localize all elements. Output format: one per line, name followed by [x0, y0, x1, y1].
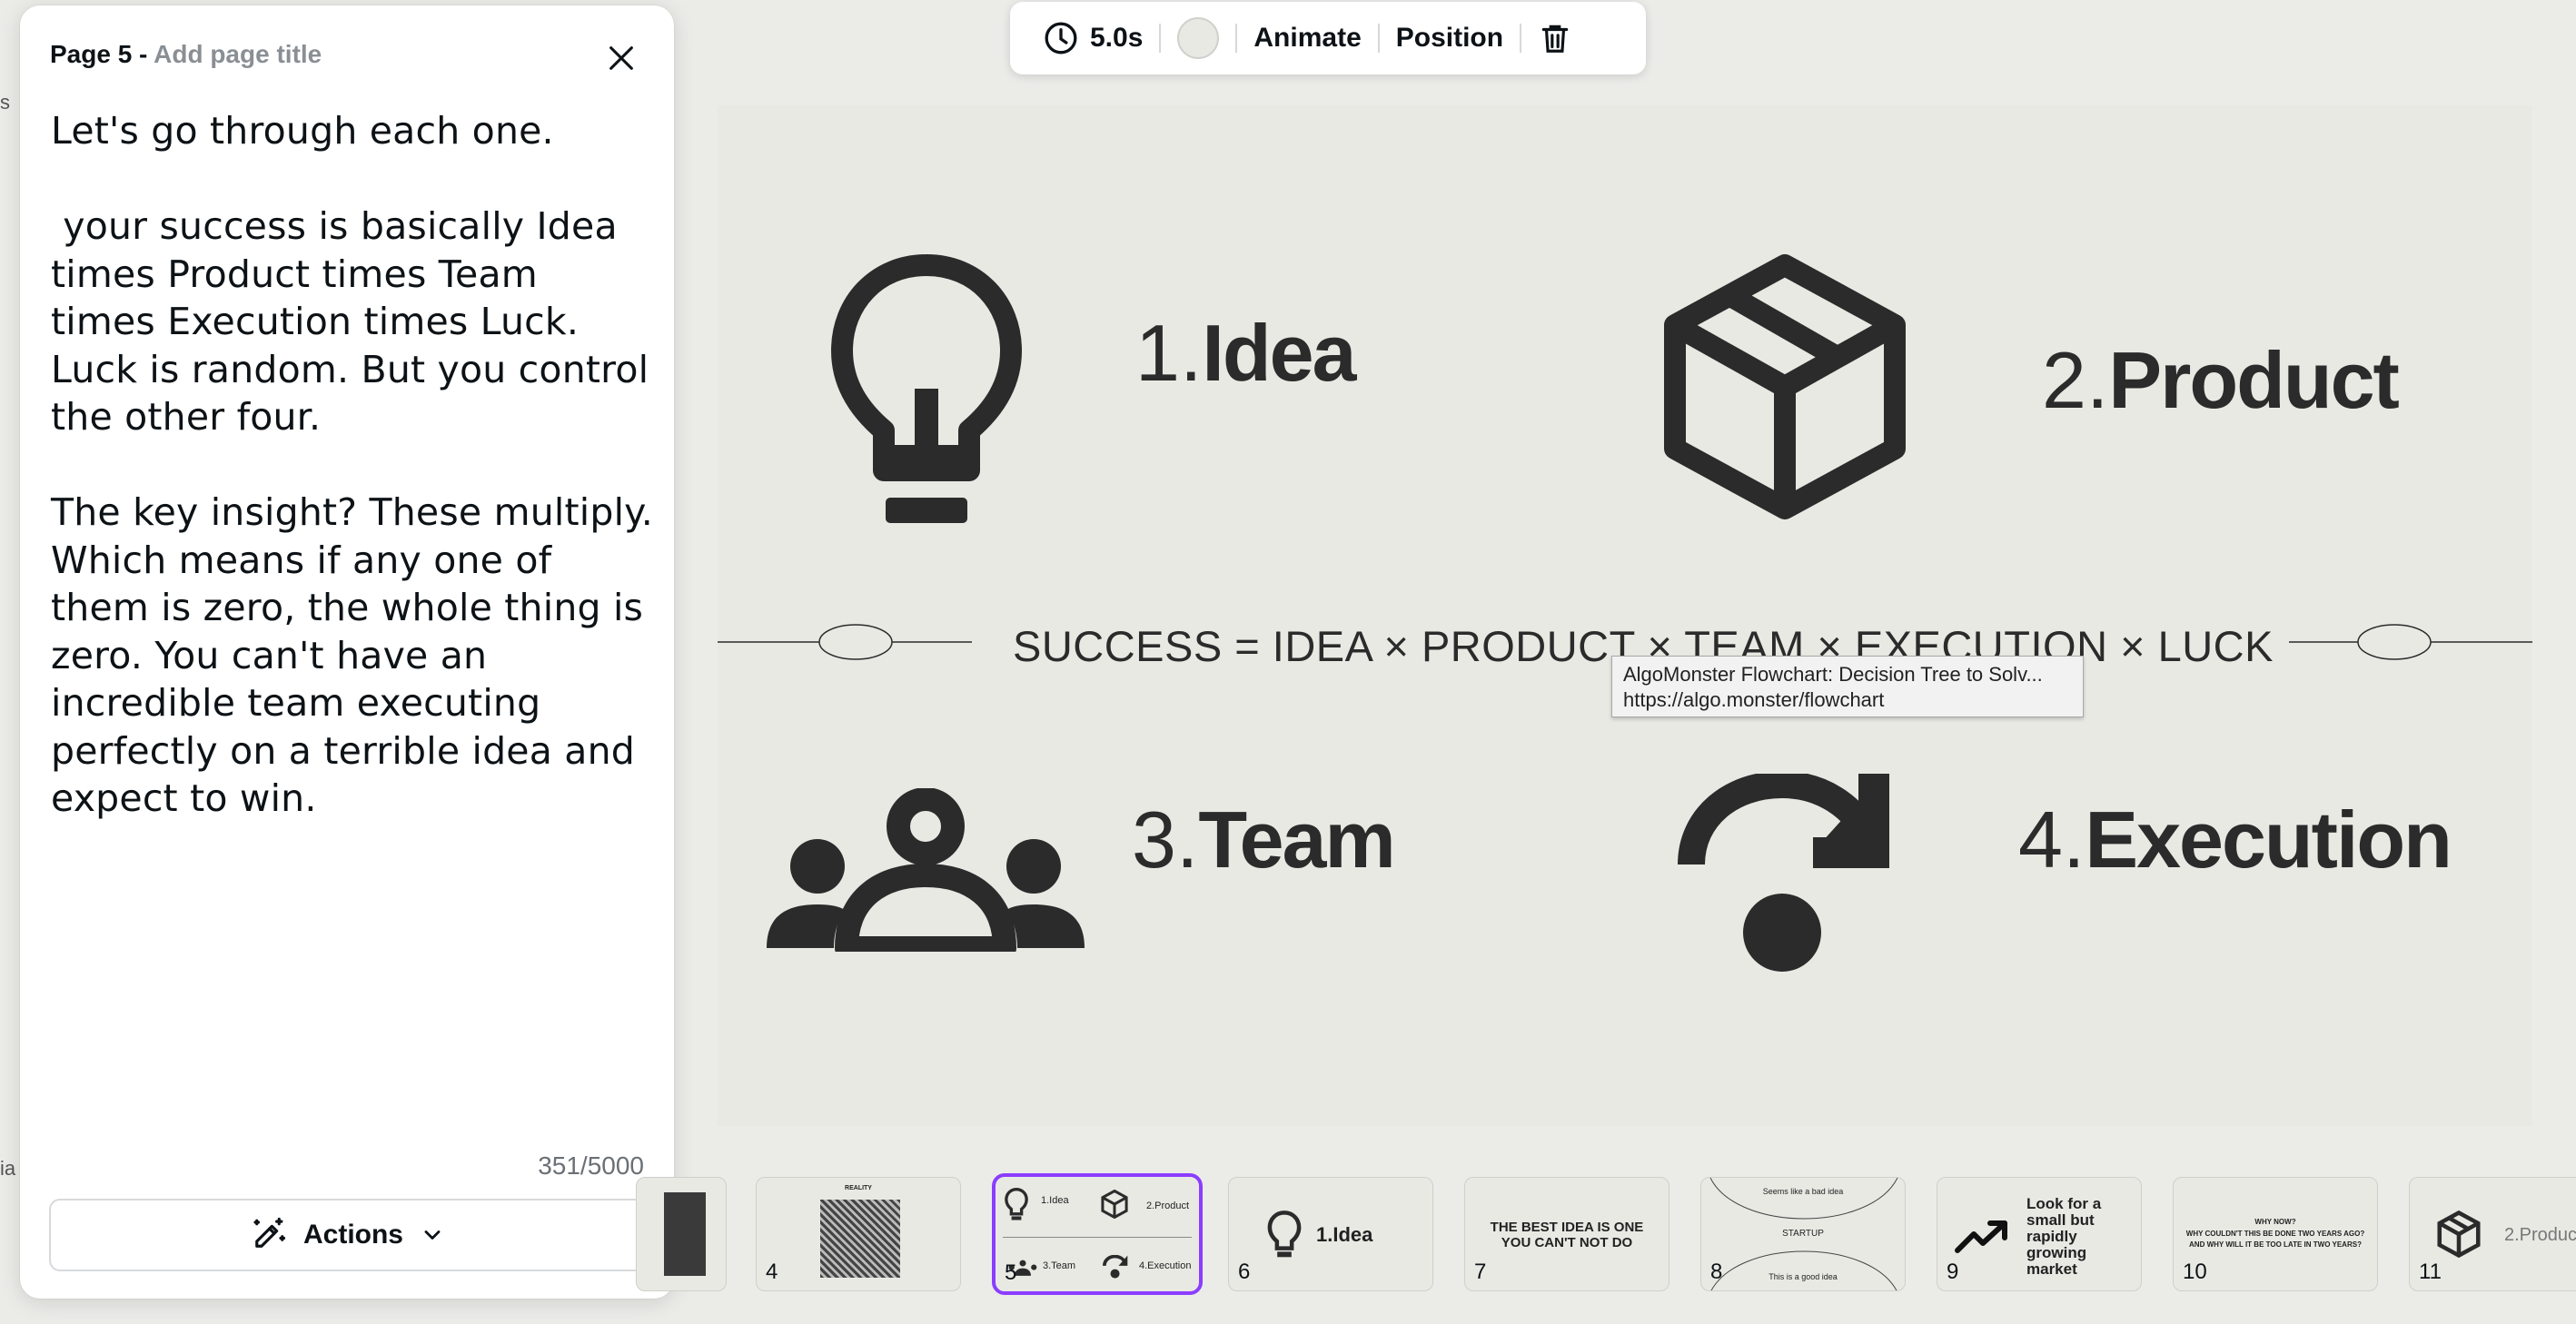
item-number: 2. [2042, 335, 2109, 425]
color-button[interactable] [1161, 11, 1235, 65]
box-icon [1101, 1190, 1128, 1219]
actions-button[interactable]: Actions [49, 1199, 645, 1271]
position-label: Position [1395, 23, 1504, 53]
lightbulb-icon [831, 254, 1022, 523]
notes-panel: Page 5 - Add page title Let's go through… [20, 5, 674, 1299]
animate-label: Animate [1253, 23, 1362, 53]
thumbnail-number: 8 [1710, 1260, 1723, 1284]
notes-textarea[interactable]: Let's go through each one. your success … [51, 107, 654, 823]
thumbnail-label: 2.Product [2504, 1225, 2576, 1245]
edge-label-top: s [0, 91, 10, 114]
item-team-label: 3.Team [1132, 794, 1396, 886]
edge-label-bottom: ia [0, 1157, 16, 1180]
thumbnail-label: 1.Idea [1041, 1195, 1069, 1206]
page-label: Page 5 - [50, 40, 154, 68]
thumbnail-label: 4.Execution [1139, 1260, 1192, 1271]
lightbulb-icon [1267, 1210, 1302, 1258]
tooltip-title: AlgoMonster Flowchart: Decision Tree to … [1623, 663, 2043, 686]
item-word: Product [2108, 335, 2399, 425]
animate-button[interactable]: Animate [1237, 11, 1377, 65]
box-icon [1664, 254, 1906, 519]
item-idea-label: 1.Idea [1135, 307, 1356, 400]
thumbnail-number: 6 [1238, 1260, 1251, 1284]
thumbnail-title: WHY NOW? [2254, 1218, 2296, 1226]
duration-button[interactable]: 5.0s [1026, 11, 1159, 65]
thumbnail-image [820, 1200, 900, 1278]
add-page-title[interactable]: Add page title [154, 40, 322, 68]
page-thumbnail-9[interactable]: Look for a small but rapidly growing mar… [1937, 1177, 2142, 1291]
color-swatch [1177, 17, 1220, 59]
delete-button[interactable] [1521, 11, 1589, 65]
item-word: Team [1198, 795, 1395, 884]
page-title-header: Page 5 - Add page title [50, 40, 322, 69]
item-number: 4. [2018, 795, 2086, 884]
redo-arrow-icon [1103, 1255, 1128, 1279]
tooltip-url: https://algo.monster/flowchart [1623, 688, 1885, 711]
thumbnail-text: WHY COULDN'T THIS BE DONE TWO YEARS AGO?… [2185, 1230, 2365, 1249]
item-execution-label: 4.Execution [2018, 794, 2452, 886]
lightbulb-icon [1005, 1188, 1028, 1220]
thumbnail-text: THE BEST IDEA IS ONE YOU CAN'T NOT DO [1490, 1220, 1644, 1250]
thumbnail-formula-line [1003, 1237, 1192, 1238]
thumbnail-image [664, 1192, 706, 1276]
thumbnail-number: 4 [766, 1260, 778, 1284]
close-notes-button[interactable] [601, 38, 641, 78]
page-thumbnail-6[interactable]: 1.Idea 6 [1228, 1177, 1433, 1291]
page-thumbnail-4[interactable]: REALITY 4 [756, 1177, 961, 1291]
thumbnail-number: 10 [2183, 1260, 2207, 1284]
page-thumbnail-7[interactable]: THE BEST IDEA IS ONE YOU CAN'T NOT DO 7 [1464, 1177, 1669, 1291]
position-button[interactable]: Position [1380, 11, 1520, 65]
thumbnail-label: 3.Team [1043, 1260, 1076, 1271]
slide-canvas[interactable]: 1.Idea 2.Product SUCCESS = IDEA × PRODUC… [718, 105, 2532, 1126]
item-number: 1. [1135, 308, 1203, 398]
item-number: 3. [1132, 795, 1199, 884]
clock-icon [1045, 22, 1077, 54]
thumbnail-label: 1.Idea [1316, 1223, 1373, 1246]
page-thumbnail-10[interactable]: WHY NOW? WHY COULDN'T THIS BE DONE TWO Y… [2173, 1177, 2378, 1291]
item-word: Execution [2085, 795, 2452, 884]
box-icon [2437, 1210, 2481, 1258]
item-product-label: 2.Product [2042, 334, 2400, 427]
team-icon [767, 788, 1085, 952]
close-icon [609, 46, 633, 70]
thumbnail-number: 7 [1474, 1260, 1487, 1284]
thumbnail-number: 9 [1947, 1260, 1959, 1284]
item-word: Idea [1202, 308, 1356, 398]
thumbnail-number: 11 [2419, 1260, 2442, 1284]
thumbnail-title: REALITY [845, 1185, 872, 1191]
page-thumbnail-5[interactable]: 1.Idea 2.Product 3.Team 4.Execution 5 [992, 1173, 1203, 1295]
decorative-line-right [2289, 624, 2532, 660]
link-tooltip: AlgoMonster Flowchart: Decision Tree to … [1611, 656, 2084, 717]
page-thumbnail-11[interactable]: 2.Product 11 [2409, 1177, 2576, 1291]
redo-arrow-icon [1678, 774, 1889, 972]
duration-label: 5.0s [1090, 23, 1144, 53]
thumbnail-label: 2.Product [1146, 1200, 1190, 1211]
thumbnail-text: Look for a small but rapidly growing mar… [2026, 1195, 2102, 1278]
actions-label: Actions [302, 1220, 403, 1250]
thumbnail-bottom-text: This is a good idea [1769, 1272, 1838, 1281]
magic-pencil-icon [253, 1217, 286, 1248]
thumbnail-number: 5 [1005, 1260, 1017, 1285]
chevron-down-icon [424, 1230, 441, 1240]
decorative-line-left [718, 624, 972, 660]
page-thumbnail-3[interactable] [636, 1177, 727, 1291]
thumbnail-center-text: STARTUP [1782, 1229, 1824, 1239]
element-toolbar: 5.0s Animate Position [1010, 2, 1646, 74]
page-thumbnail-8[interactable]: Seems like a bad idea STARTUP This is a … [1700, 1177, 1906, 1291]
trash-icon [1541, 25, 1569, 53]
thumbnail-top-text: Seems like a bad idea [1762, 1187, 1844, 1196]
trending-up-icon [1955, 1220, 2007, 1253]
character-count: 351/5000 [538, 1151, 644, 1180]
